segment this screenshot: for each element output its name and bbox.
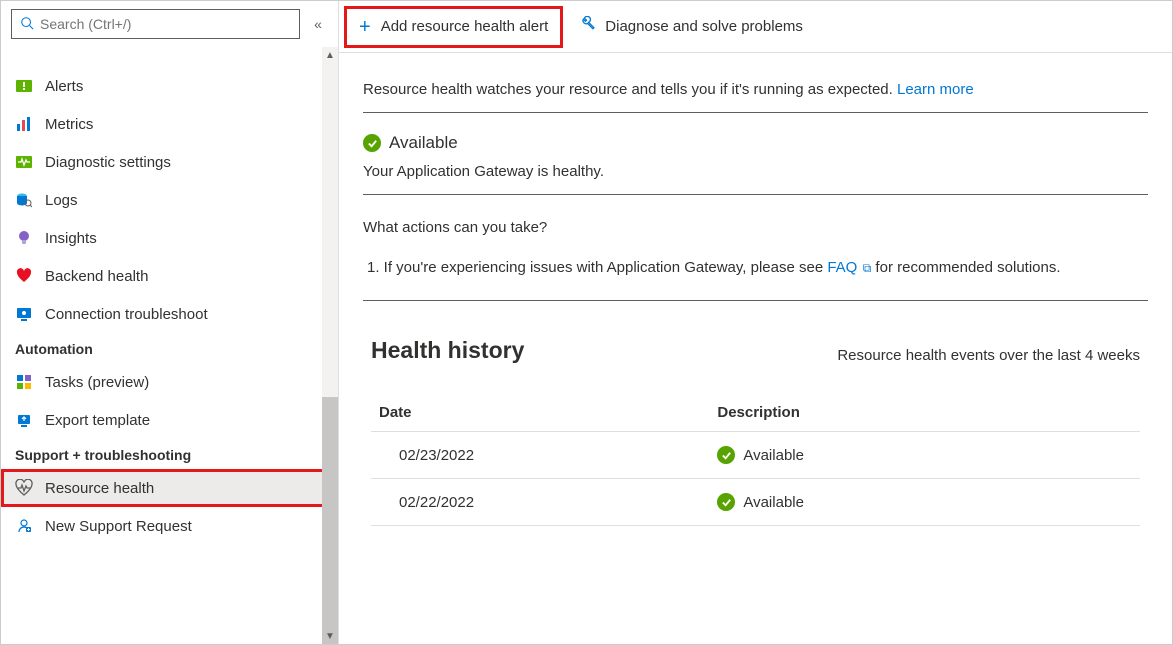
nav-label: Alerts — [45, 78, 83, 95]
sidebar-item-insights[interactable]: Insights — [1, 219, 338, 257]
monitor-icon — [15, 305, 33, 323]
check-circle-icon — [363, 134, 381, 152]
diagnostic-icon — [15, 153, 33, 171]
insights-icon — [15, 229, 33, 247]
check-circle-icon — [717, 446, 735, 464]
table-row[interactable]: 02/23/2022 Available — [371, 432, 1140, 479]
external-link-icon: ⧉ — [859, 261, 871, 275]
actions-text: 1. If you're experiencing issues with Ap… — [363, 256, 1148, 280]
sidebar-item-resource-health[interactable]: Resource health — [1, 469, 338, 507]
button-label: Add resource health alert — [381, 18, 549, 35]
sidebar-item-alerts[interactable]: Alerts — [1, 67, 338, 105]
sidebar-item-logs[interactable]: Logs — [1, 181, 338, 219]
status-detail: Your Application Gateway is healthy. — [363, 163, 1148, 180]
history-subtitle: Resource health events over the last 4 w… — [837, 347, 1140, 364]
sidebar-item-tasks[interactable]: Tasks (preview) — [1, 363, 338, 401]
section-support: Support + troubleshooting — [1, 439, 338, 469]
scroll-down-arrow[interactable]: ▼ — [322, 628, 338, 644]
scroll-up-arrow[interactable]: ▲ — [322, 47, 338, 63]
actions-title: What actions can you take? — [363, 219, 1148, 236]
diagnose-and-solve-button[interactable]: Diagnose and solve problems — [566, 8, 815, 45]
sidebar-item-export-template[interactable]: Export template — [1, 401, 338, 439]
nav-label: Logs — [45, 192, 78, 209]
sidebar-scrollbar[interactable]: ▲ ▼ — [322, 47, 338, 644]
nav-label: Diagnostic settings — [45, 154, 171, 171]
desc-cell: Available — [743, 494, 804, 511]
main-content: + Add resource health alert Diagnose and… — [339, 1, 1172, 644]
intro-text: Resource health watches your resource an… — [363, 81, 1148, 113]
nav-label: Tasks (preview) — [45, 374, 149, 391]
sidebar-item-diagnostic-settings[interactable]: Diagnostic settings — [1, 143, 338, 181]
check-circle-icon — [717, 493, 735, 511]
toolbar: + Add resource health alert Diagnose and… — [339, 1, 1172, 53]
status-label: Available — [389, 133, 458, 153]
alerts-icon — [15, 77, 33, 95]
nav-label: Connection troubleshoot — [45, 306, 208, 323]
resource-health-icon — [15, 479, 33, 497]
support-icon — [15, 517, 33, 535]
sidebar: « Alerts Metrics Diagnostic settings Log… — [1, 1, 339, 644]
metrics-icon — [15, 115, 33, 133]
plus-icon: + — [359, 17, 371, 37]
nav-label: Insights — [45, 230, 97, 247]
collapse-sidebar-button[interactable]: « — [308, 16, 328, 32]
sidebar-item-connection-troubleshoot[interactable]: Connection troubleshoot — [1, 295, 338, 333]
search-input[interactable] — [40, 16, 291, 32]
col-date: Date — [371, 394, 709, 432]
section-automation: Automation — [1, 333, 338, 363]
actions-block: What actions can you take? 1. If you're … — [363, 195, 1148, 301]
faq-link[interactable]: FAQ ⧉ — [827, 259, 871, 276]
scrollbar-thumb[interactable] — [322, 397, 338, 644]
nav-label: Resource health — [45, 480, 154, 497]
desc-cell: Available — [743, 447, 804, 464]
status-block: Available Your Application Gateway is he… — [363, 113, 1148, 195]
sidebar-item-backend-health[interactable]: Backend health — [1, 257, 338, 295]
search-icon — [20, 16, 34, 33]
export-icon — [15, 411, 33, 429]
search-input-wrapper[interactable] — [11, 9, 300, 39]
nav: Alerts Metrics Diagnostic settings Logs … — [1, 47, 338, 644]
wrench-icon — [578, 16, 595, 37]
logs-icon — [15, 191, 33, 209]
health-history: Health history Resource health events ov… — [363, 301, 1148, 526]
nav-label: Export template — [45, 412, 150, 429]
button-label: Diagnose and solve problems — [605, 18, 803, 35]
sidebar-item-new-support-request[interactable]: New Support Request — [1, 507, 338, 545]
heart-icon — [15, 267, 33, 285]
table-row[interactable]: 02/22/2022 Available — [371, 479, 1140, 526]
add-resource-health-alert-button[interactable]: + Add resource health alert — [347, 9, 560, 45]
history-table: Date Description 02/23/2022 Available 02… — [371, 394, 1140, 526]
history-title: Health history — [371, 337, 524, 364]
date-cell: 02/23/2022 — [371, 432, 709, 479]
learn-more-link[interactable]: Learn more — [897, 81, 974, 98]
nav-label: Backend health — [45, 268, 148, 285]
nav-label: Metrics — [45, 116, 93, 133]
nav-label: New Support Request — [45, 518, 192, 535]
tasks-icon — [15, 373, 33, 391]
col-description: Description — [709, 394, 1140, 432]
date-cell: 02/22/2022 — [371, 479, 709, 526]
sidebar-item-metrics[interactable]: Metrics — [1, 105, 338, 143]
